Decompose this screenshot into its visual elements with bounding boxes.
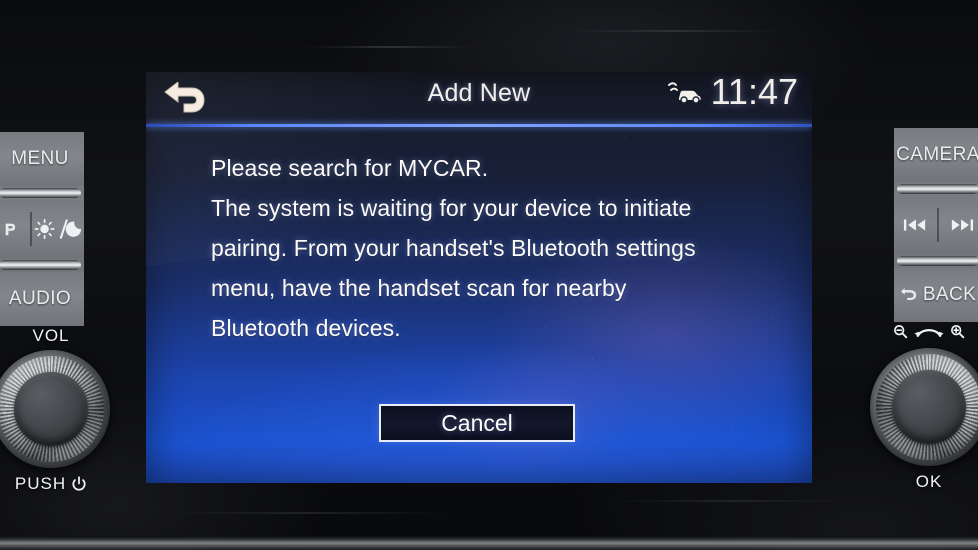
trim-highlight [300,46,480,48]
left-rocker-top[interactable] [0,188,81,198]
knob-cap[interactable] [14,372,88,446]
right-key-panel: CAMERA BACK [894,128,978,322]
volume-knob-label: VOL [32,326,70,345]
ok-knob-assembly: OK [870,325,978,491]
track-control-row [894,196,978,254]
previous-track-icon[interactable] [894,196,935,254]
bottom-chrome-trim [0,536,978,550]
car-connected-icon [667,82,701,104]
message-body: Please search for MYCAR. The system is w… [211,148,781,348]
zoom-in-icon [951,325,965,339]
back-button[interactable]: BACK [894,268,978,322]
ok-knob-label: OK [915,472,943,491]
message-line: menu, have the handset scan for nearby [211,275,627,301]
lcd-screen: Add New 11:47 Please search for MYCAR. T… [146,72,812,483]
key-divider [937,208,939,242]
power-push-label: PUSH [0,474,110,494]
back-button-label: BACK [922,284,977,305]
left-key-panel: MENU AUDIO [0,132,84,326]
right-rocker-bottom[interactable] [897,256,978,266]
cancel-button[interactable]: Cancel [379,404,575,442]
rotate-arrow-icon [914,328,944,337]
clock: 11:47 [710,72,798,112]
message-line: Please search for MYCAR. [211,155,489,181]
next-track-icon[interactable] [941,196,978,254]
day-night-button[interactable] [34,200,84,258]
header-divider [146,124,812,127]
volume-knob-assembly: VOL PUSH [0,326,110,493]
power-icon [72,476,86,491]
status-cluster: 11:47 [667,74,798,110]
volume-knob[interactable] [0,350,110,468]
camera-button[interactable]: CAMERA [894,128,978,182]
screen-header: Add New 11:47 [146,72,812,127]
message-line: Bluetooth devices. [211,315,401,341]
push-label: PUSH [14,474,67,493]
knob-cap[interactable] [892,370,966,444]
head-unit-dashboard: Add New 11:47 Please search for MYCAR. T… [0,0,978,550]
zoom-out-icon [894,325,908,339]
left-rocker-bottom[interactable] [0,260,81,270]
back-return-icon [900,287,917,300]
key-divider [30,212,32,246]
ok-knob[interactable] [870,348,978,466]
audio-button[interactable]: AUDIO [0,272,84,326]
menu-button[interactable]: MENU [0,132,84,186]
map-icon[interactable] [0,200,28,258]
trim-highlight [160,512,460,514]
zoom-control-icons [870,324,978,339]
message-line: pairing. From your handset's Bluetooth s… [211,235,696,261]
display-mode-row [0,200,84,258]
message-line: The system is waiting for your device to… [211,195,692,221]
trim-highlight [560,30,790,32]
right-rocker-top[interactable] [897,184,978,194]
trim-highlight [600,500,860,502]
